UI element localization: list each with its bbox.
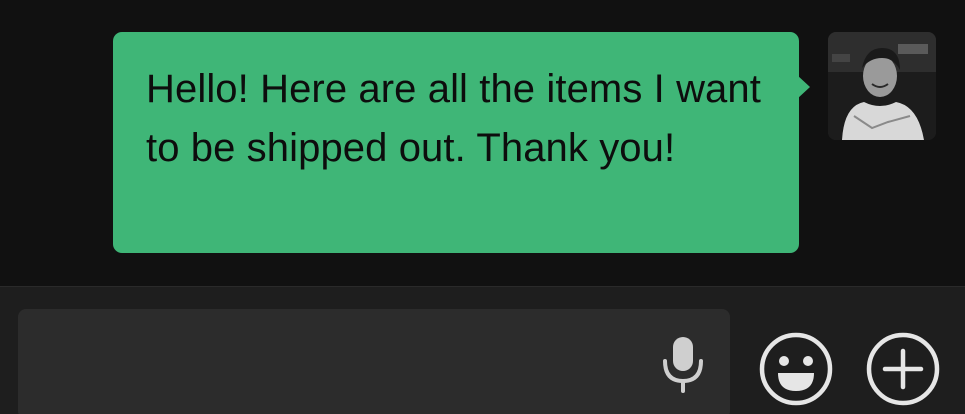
message-input[interactable] (18, 309, 730, 414)
microphone-icon[interactable] (656, 335, 710, 395)
smiley-face-icon[interactable] (759, 332, 833, 406)
plus-circle-icon[interactable] (866, 332, 940, 406)
avatar-photo (828, 32, 936, 140)
chat-screen: Hello! Here are all the items I want to … (0, 0, 965, 414)
bubble-tail (797, 75, 810, 99)
outgoing-message-bubble[interactable]: Hello! Here are all the items I want to … (113, 32, 799, 253)
message-composer (0, 286, 965, 414)
message-list[interactable]: Hello! Here are all the items I want to … (0, 0, 965, 286)
user-avatar[interactable] (828, 32, 936, 140)
message-text: Hello! Here are all the items I want to … (146, 67, 761, 170)
